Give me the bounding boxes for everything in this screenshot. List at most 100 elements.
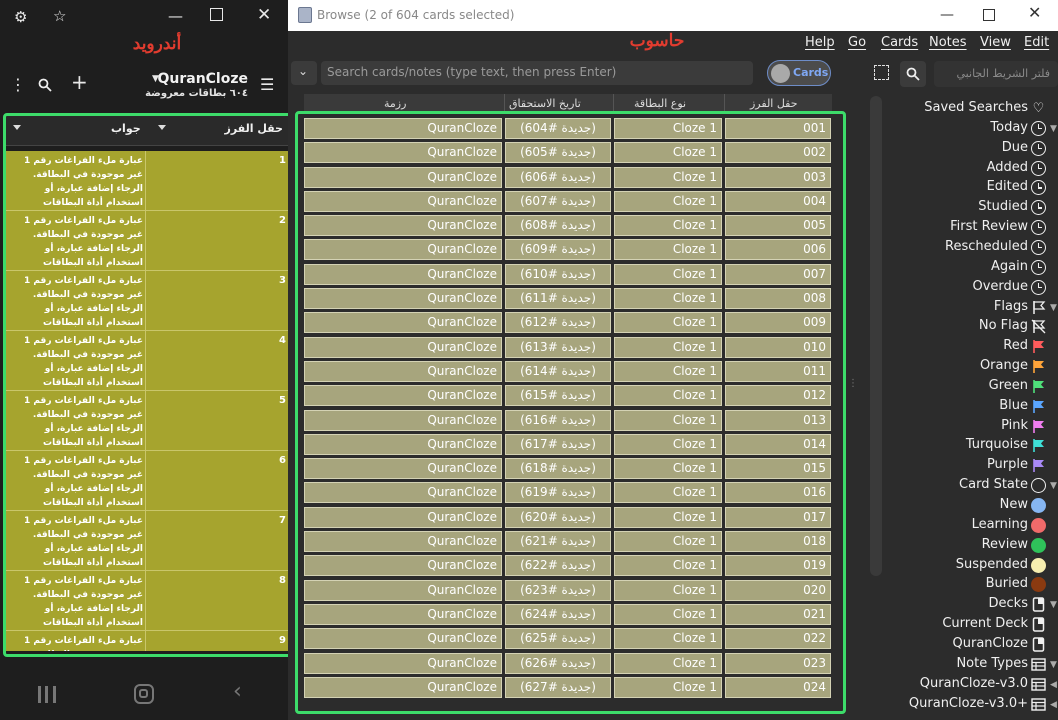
bookmark-star-icon[interactable]: ☆	[53, 8, 66, 24]
minimize-icon[interactable]: —	[940, 8, 954, 22]
chevron-down-icon: ⌄	[298, 64, 309, 78]
deck-title[interactable]: QuranCloze	[157, 71, 248, 87]
menu-edit[interactable]: Edit	[1024, 35, 1049, 50]
sidebar-item-first-review[interactable]: First Review	[888, 219, 1058, 238]
sidebar-item-qurancloze-v3-0[interactable]: QuranCloze-v3.0+ ◀	[888, 696, 1058, 715]
maximize-icon[interactable]	[983, 9, 995, 21]
close-icon[interactable]: ✕	[1028, 5, 1041, 21]
back-icon[interactable]: ‹	[233, 681, 242, 703]
clock-icon	[1031, 120, 1046, 136]
sidebar-item-rescheduled[interactable]: Rescheduled	[888, 239, 1058, 258]
sidebar-item-label: Green	[988, 377, 1028, 393]
close-icon[interactable]: ✕	[257, 7, 271, 24]
sidebar-item-orange[interactable]: Orange	[888, 358, 1058, 377]
search-input[interactable]: Search cards/notes (type text, then pres…	[321, 61, 753, 85]
sidebar-item-turquoise[interactable]: Turquoise	[888, 437, 1058, 456]
sidebar-item-flags[interactable]: Flags ▼	[888, 299, 1058, 318]
chevron-down-icon[interactable]: ▼	[1050, 303, 1058, 312]
column-card-type[interactable]: نوع البطاقة	[634, 97, 686, 110]
column-sort-field[interactable]: حقل الفرز	[750, 97, 798, 110]
maximize-icon[interactable]	[210, 8, 223, 21]
sidebar-item-today[interactable]: Today ▼	[888, 120, 1058, 139]
deck-icon	[1031, 637, 1046, 652]
sidebar-item-learning[interactable]: Learning	[888, 517, 1058, 536]
sidebar-item-label: Due	[1001, 139, 1028, 155]
column-deck[interactable]: رزمة	[384, 97, 406, 110]
toggle-knob	[771, 64, 790, 83]
sidebar-item-blue[interactable]: Blue	[888, 398, 1058, 417]
sidebar-item-label: No Flag	[978, 318, 1028, 334]
chevron-down-icon[interactable]: ▼	[1050, 601, 1058, 610]
sidebar-item-label: First Review	[950, 219, 1028, 235]
sidebar-item-qurancloze[interactable]: QuranCloze	[888, 636, 1058, 655]
add-icon[interactable]: +	[71, 72, 88, 92]
settings-icon[interactable]: ⚙	[14, 9, 27, 25]
sidebar-item-note-types[interactable]: Note Types ▼	[888, 656, 1058, 675]
sidebar-item-review[interactable]: Review	[888, 537, 1058, 556]
sidebar-item-purple[interactable]: Purple	[888, 457, 1058, 476]
sidebar-item-no-flag[interactable]: No Flag	[888, 318, 1058, 337]
sidebar-scrollbar[interactable]	[870, 96, 882, 576]
sidebar-search-button[interactable]	[900, 61, 926, 87]
sidebar-filter-input[interactable]: فلتر الشريط الجانبي	[934, 61, 1058, 87]
flag-outline-icon	[1031, 300, 1046, 315]
flag-green-icon	[1031, 379, 1046, 394]
flag-pink-icon	[1031, 419, 1046, 434]
note-type-icon	[1031, 697, 1046, 712]
clock-icon	[1031, 200, 1046, 216]
sidebar-item-studied[interactable]: Studied	[888, 199, 1058, 218]
search-icon[interactable]	[38, 78, 52, 92]
sidebar-item-label: Decks	[988, 596, 1028, 612]
sidebar-item-card-state[interactable]: Card State ▼	[888, 477, 1058, 496]
sidebar-item-again[interactable]: Again	[888, 259, 1058, 278]
menu-go[interactable]: Go	[848, 35, 866, 50]
menu-notes[interactable]: Notes	[929, 35, 967, 50]
menu-cards[interactable]: Cards	[881, 35, 918, 50]
circle-outline-icon	[1031, 478, 1046, 494]
search-placeholder: Search cards/notes (type text, then pres…	[327, 65, 617, 79]
hamburger-icon[interactable]: ☰	[260, 77, 274, 93]
minimize-icon[interactable]: —	[168, 8, 183, 24]
menu-help[interactable]: Help	[805, 35, 835, 50]
sidebar-item-new[interactable]: New	[888, 497, 1058, 516]
search-history-dropdown[interactable]: ⌄	[291, 61, 317, 85]
chevron-left-icon[interactable]: ◀	[1050, 680, 1058, 689]
sidebar-item-decks[interactable]: Decks ▼	[888, 596, 1058, 615]
home-icon[interactable]	[134, 684, 154, 704]
heart-icon: ♡	[1032, 101, 1045, 116]
sidebar-item-saved-searches[interactable]: Saved Searches ♡	[888, 100, 1058, 119]
sidebar-item-label: New	[999, 497, 1028, 512]
chevron-down-icon[interactable]: ▼	[1050, 482, 1058, 491]
deck-icon	[1031, 597, 1046, 612]
sidebar-item-green[interactable]: Green	[888, 378, 1058, 397]
sidebar-item-due[interactable]: Due	[888, 140, 1058, 159]
chevron-down-icon[interactable]: ▼	[1050, 660, 1058, 669]
sidebar-item-buried[interactable]: Buried	[888, 576, 1058, 595]
sidebar-item-qurancloze-v3-0[interactable]: QuranCloze-v3.0 ◀	[888, 676, 1058, 695]
splitter-handle[interactable]: ⋮	[848, 378, 858, 389]
column-due[interactable]: تاريخ الاستحقاق	[509, 97, 581, 110]
cards-notes-toggle[interactable]: Cards	[767, 60, 831, 86]
sidebar-item-edited[interactable]: Edited	[888, 179, 1058, 198]
dot-learning-icon	[1031, 517, 1046, 533]
chevron-down-icon[interactable]: ▼	[1050, 124, 1058, 133]
clock-icon	[1031, 160, 1046, 176]
select-tool-icon[interactable]	[874, 65, 889, 80]
sidebar-item-overdue[interactable]: Overdue	[888, 279, 1058, 298]
recents-icon[interactable]	[38, 686, 56, 703]
sidebar-item-current-deck[interactable]: Current Deck	[888, 616, 1058, 635]
sidebar-item-label: Edited	[986, 179, 1028, 195]
menu-view[interactable]: View	[980, 35, 1011, 50]
dot-suspended-icon	[1031, 557, 1046, 573]
dot-buried-icon	[1031, 577, 1046, 593]
more-vert-icon[interactable]: ⋮	[10, 77, 26, 93]
sidebar-item-pink[interactable]: Pink	[888, 418, 1058, 437]
chevron-left-icon[interactable]: ◀	[1050, 700, 1058, 709]
sidebar-item-added[interactable]: Added	[888, 160, 1058, 179]
window-titlebar: Browse (2 of 604 cards selected) — ✕	[288, 0, 1058, 31]
sidebar-item-label: Current Deck	[942, 616, 1028, 632]
flag-purple-icon	[1031, 458, 1046, 473]
sidebar-item-red[interactable]: Red	[888, 338, 1058, 357]
sidebar-item-suspended[interactable]: Suspended	[888, 557, 1058, 576]
dot-review-icon	[1031, 537, 1046, 553]
